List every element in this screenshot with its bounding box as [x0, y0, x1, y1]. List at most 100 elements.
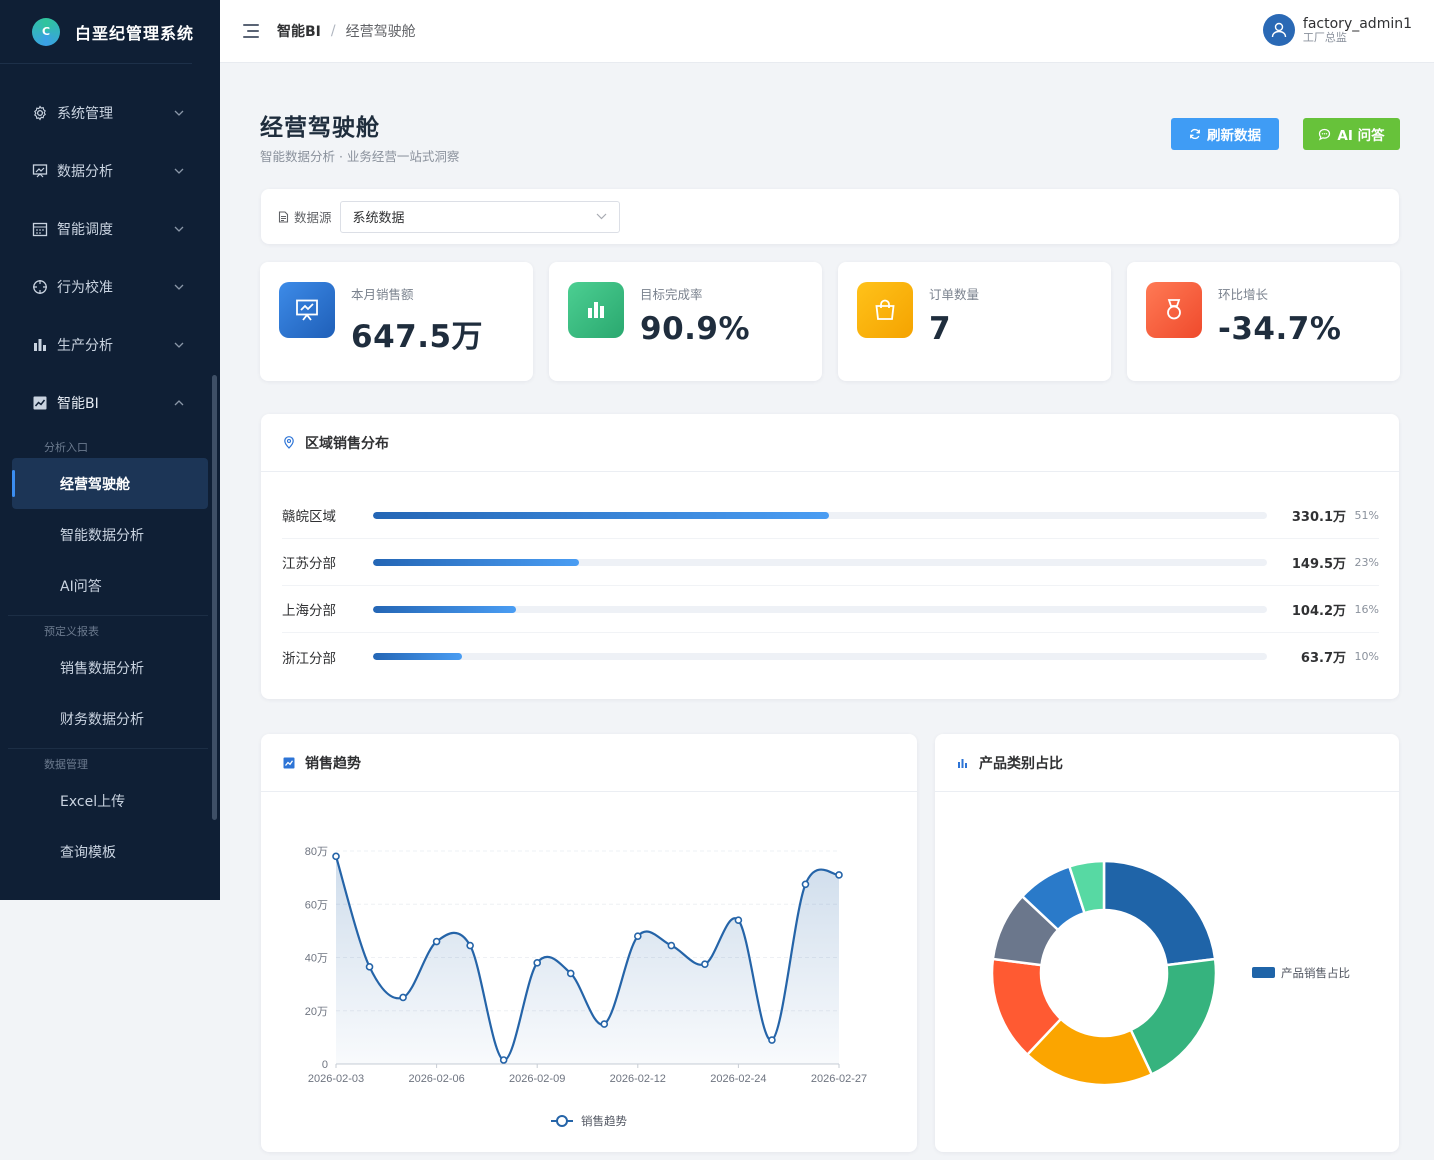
- region-list: 赣皖区域 330.1万 51% 江苏分部 149.5万 23% 上海分部 104.2万 16% 浙…: [261, 472, 1399, 680]
- brand-title: 白垩纪管理系统: [75, 23, 195, 43]
- menu-toggle-icon[interactable]: [243, 24, 259, 38]
- chevron-down-icon: [174, 282, 184, 293]
- kpi-label: 目标完成率: [640, 287, 703, 302]
- data-point: [399, 993, 407, 1002]
- region-value: 104.2万: [1291, 603, 1346, 619]
- region-progress-track: [373, 558, 1267, 566]
- chat-bubble-icon: [1318, 128, 1331, 141]
- x-tick-label: 2026-02-03: [308, 1073, 364, 1085]
- sidebar-item-label: 行为校准: [57, 280, 113, 296]
- kpi-value: 647.5万: [351, 319, 484, 355]
- sidebar-item-smart-analysis[interactable]: 智能数据分析: [12, 509, 208, 560]
- sidebar-item-excel-upload[interactable]: Excel上传: [12, 775, 208, 826]
- menu-group-label: 预定义报表: [44, 625, 99, 638]
- kpi-value: 7: [929, 311, 952, 347]
- data-point: [566, 969, 575, 978]
- sidebar-scrollbar[interactable]: [212, 375, 217, 820]
- chevron-down-icon: [174, 166, 184, 177]
- kpi-value: 90.9%: [640, 311, 751, 347]
- bar-chart-icon: [32, 337, 48, 353]
- region-row: 赣皖区域 330.1万 51%: [282, 492, 1379, 539]
- menu-group-label: 分析入口: [44, 441, 88, 454]
- x-tick-label: 2026-02-09: [509, 1073, 565, 1085]
- medal-icon: [1146, 282, 1202, 338]
- panel-title: 产品类别占比: [979, 755, 1063, 772]
- calendar-icon: [32, 221, 48, 237]
- sidebar-item-cockpit[interactable]: 经营驾驶舱: [12, 458, 208, 509]
- x-tick-label: 2026-02-06: [408, 1073, 464, 1085]
- user-menu[interactable]: factory_admin1 工厂总监: [1262, 14, 1412, 46]
- sidebar-menu: 系统管理 数据分析 智能调度 行为校准 生产分析 智能BI 分析入口 经营驾驶舱…: [0, 84, 212, 877]
- sidebar-item-data-analysis[interactable]: 数据分析: [0, 142, 212, 200]
- sidebar-item-ai-qa[interactable]: AI问答: [12, 560, 208, 611]
- datasource-select-value: 系统数据: [352, 211, 405, 226]
- refresh-icon: [1189, 128, 1201, 140]
- sidebar-item-label: 智能调度: [57, 222, 113, 238]
- kpi-card-sales: 本月销售额 647.5万: [260, 262, 533, 381]
- legend-label: 产品销售占比: [1281, 966, 1350, 980]
- sales-trend-chart: 0 20万 40万 60万 80万 2026-02-03 2026-02-06 2026-02…: [305, 846, 867, 1128]
- brand[interactable]: C 白垩纪管理系统: [0, 0, 195, 64]
- region-name: 上海分部: [282, 603, 336, 619]
- top-header: 智能BI / 经营驾驶舱 factory_admin1 工厂总监: [220, 0, 1434, 63]
- kpi-label: 环比增长: [1218, 287, 1269, 302]
- data-point: [533, 959, 542, 967]
- kpi-label: 本月销售额: [351, 287, 414, 302]
- panel-title: 销售趋势: [305, 755, 361, 772]
- kpi-card-target: 目标完成率 90.9%: [549, 262, 822, 381]
- region-percent: 10%: [1354, 650, 1379, 663]
- ai-qa-button-label: AI 问答: [1337, 128, 1385, 144]
- sidebar-item-sales-report[interactable]: 销售数据分析: [12, 642, 208, 693]
- data-point: [432, 937, 441, 946]
- sidebar: C 白垩纪管理系统 系统管理 数据分析 智能调度 行为校准 生产分析 智能BI …: [0, 0, 220, 900]
- refresh-button[interactable]: 刷新数据: [1171, 118, 1279, 150]
- region-row: 江苏分部 149.5万 23%: [282, 539, 1379, 586]
- data-point: [332, 852, 340, 861]
- region-row: 浙江分部 63.7万 10%: [282, 633, 1379, 680]
- presentation-icon: [32, 163, 48, 179]
- x-tick-label: 2026-02-24: [710, 1073, 766, 1085]
- sidebar-item-calibration[interactable]: 行为校准: [0, 258, 212, 316]
- menu-group-label: 数据管理: [44, 758, 88, 771]
- sidebar-item-scheduling[interactable]: 智能调度: [0, 200, 212, 258]
- line-chart-icon: [283, 757, 295, 769]
- data-point: [600, 1020, 609, 1028]
- region-percent: 51%: [1354, 508, 1379, 522]
- chevron-down-icon: [174, 340, 184, 351]
- panel-header: 产品类别占比: [935, 734, 1399, 792]
- kpi-card-growth: 环比增长 -34.7%: [1127, 262, 1400, 381]
- sidebar-item-label: 数据分析: [57, 164, 113, 180]
- region-progress-fill: [373, 558, 579, 566]
- sidebar-item-query-template[interactable]: 查询模板: [12, 826, 208, 877]
- avatar: [1262, 14, 1295, 46]
- region-progress-track: [373, 653, 1267, 660]
- data-point: [801, 880, 810, 889]
- breadcrumb-current: 经营驾驶舱: [345, 24, 416, 40]
- data-point: [633, 932, 642, 940]
- sidebar-item-label: 生产分析: [57, 338, 113, 354]
- y-tick-label: 20万: [305, 1006, 328, 1018]
- brand-logo: C: [32, 17, 60, 46]
- datasource-select[interactable]: 系统数据: [339, 200, 620, 233]
- chevron-down-icon: [174, 108, 184, 119]
- sidebar-item-bi[interactable]: 智能BI: [0, 374, 212, 432]
- legend-marker: [556, 1115, 568, 1127]
- ai-qa-button[interactable]: AI 问答: [1303, 118, 1400, 150]
- kpi-label: 订单数量: [929, 287, 980, 302]
- sidebar-item-system[interactable]: 系统管理: [0, 84, 212, 142]
- page-title: 经营驾驶舱: [260, 115, 380, 141]
- data-point: [499, 1056, 508, 1064]
- sidebar-item-label: 系统管理: [57, 106, 113, 122]
- panel-header: 区域销售分布: [261, 414, 1399, 472]
- bar-chart-icon: [568, 282, 624, 338]
- sidebar-item-finance-report[interactable]: 财务数据分析: [12, 693, 208, 744]
- sidebar-item-production[interactable]: 生产分析: [0, 316, 212, 374]
- breadcrumb-root[interactable]: 智能BI: [277, 21, 321, 41]
- kpi-value: -34.7%: [1218, 311, 1342, 347]
- y-tick-label: 60万: [305, 899, 328, 911]
- product-category-panel: 产品类别占比 产品销售占比: [935, 734, 1399, 1152]
- region-name: 江苏分部: [282, 556, 336, 572]
- data-point: [701, 960, 709, 968]
- breadcrumb-separator: /: [330, 23, 336, 39]
- target-icon: [32, 279, 48, 295]
